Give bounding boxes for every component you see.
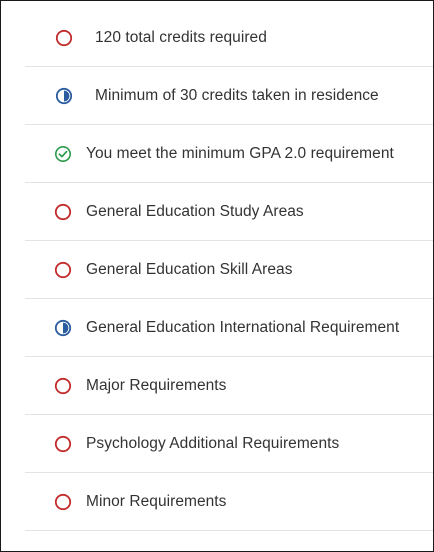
requirement-row[interactable]: Minor Requirements	[25, 473, 433, 531]
requirement-label: Minimum of 30 credits taken in residence	[95, 86, 379, 104]
requirement-label: 120 total credits required	[95, 28, 267, 46]
requirements-list: 120 total credits required Minimum of 30…	[25, 9, 433, 531]
requirement-row[interactable]: You meet the minimum GPA 2.0 requirement	[25, 125, 433, 183]
requirement-row[interactable]: Major Requirements	[25, 357, 433, 415]
half-circle-icon	[54, 319, 72, 337]
empty-circle-icon	[54, 261, 72, 279]
empty-circle-icon	[54, 435, 72, 453]
requirement-row[interactable]: General Education Skill Areas	[25, 241, 433, 299]
requirement-row[interactable]: General Education International Requirem…	[25, 299, 433, 357]
requirement-label: Psychology Additional Requirements	[86, 434, 340, 452]
requirement-label: General Education Study Areas	[86, 202, 304, 220]
requirement-row[interactable]: Psychology Additional Requirements	[25, 415, 433, 473]
requirement-row[interactable]: Minimum of 30 credits taken in residence	[25, 67, 433, 125]
requirements-panel: 120 total credits required Minimum of 30…	[0, 0, 434, 552]
requirement-label: You meet the minimum GPA 2.0 requirement	[86, 144, 394, 162]
requirement-row[interactable]: 120 total credits required	[25, 9, 433, 67]
empty-circle-icon	[55, 29, 73, 47]
check-circle-icon	[54, 145, 72, 163]
empty-circle-icon	[54, 377, 72, 395]
requirement-label: General Education International Requirem…	[86, 318, 400, 336]
half-circle-icon	[55, 87, 73, 105]
requirement-row[interactable]: General Education Study Areas	[25, 183, 433, 241]
empty-circle-icon	[54, 493, 72, 511]
requirement-label: Major Requirements	[86, 376, 227, 394]
empty-circle-icon	[54, 203, 72, 221]
requirement-label: General Education Skill Areas	[86, 260, 293, 278]
requirement-label: Minor Requirements	[86, 492, 227, 510]
